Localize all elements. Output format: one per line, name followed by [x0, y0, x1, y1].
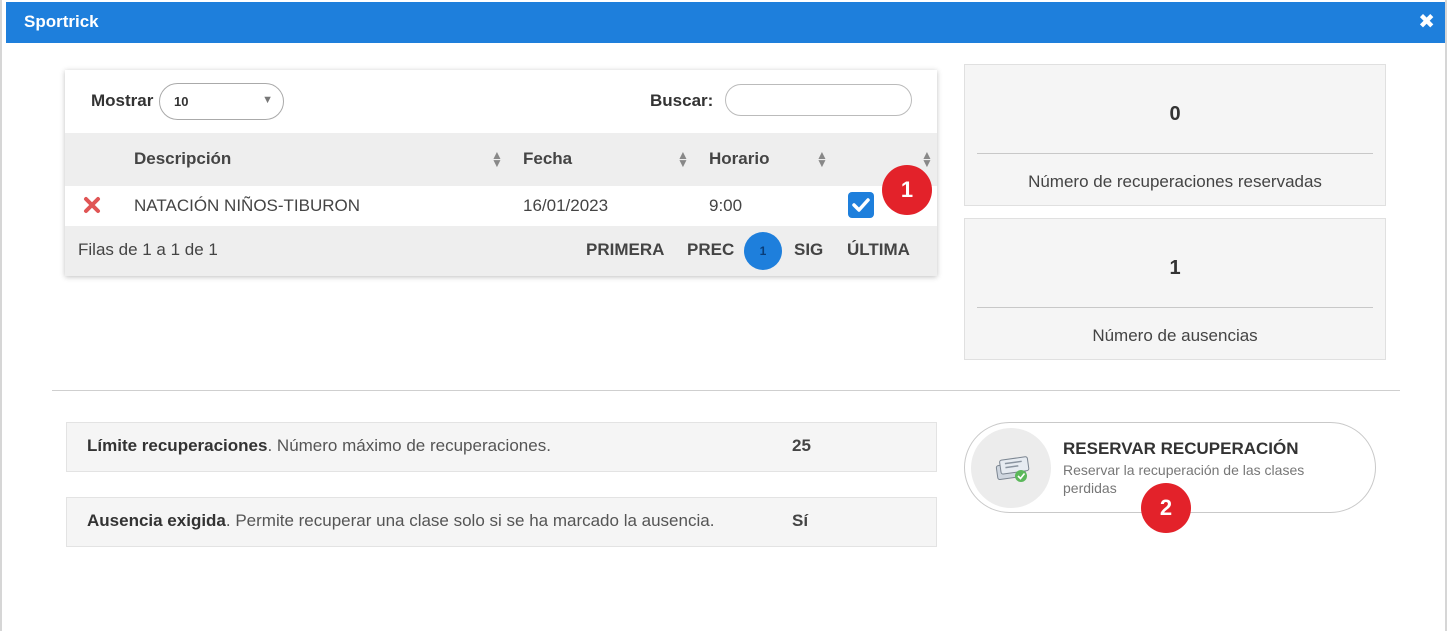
sort-icon[interactable]: ▲ ▼ [491, 149, 503, 169]
info-description: . Permite recuperar una clase solo si se… [225, 511, 715, 530]
divider [977, 307, 1373, 308]
table-row: NATACIÓN NIÑOS-TIBURON 16/01/2023 9:00 [65, 186, 937, 226]
search-input[interactable] [725, 84, 912, 116]
next-page-button[interactable]: SIG [794, 240, 823, 260]
stat-label: Número de recuperaciones reservadas [1028, 172, 1322, 191]
first-page-button[interactable]: PRIMERA [586, 240, 664, 260]
stat-label: Número de ausencias [1092, 326, 1258, 345]
modal-window: Sportrick ✖ Mostrar 10 ▼ Buscar: Descrip… [0, 0, 1447, 631]
page-size-select[interactable]: 10 ▼ [159, 83, 284, 120]
stat-value: 0 [1169, 103, 1181, 125]
stat-value: 1 [1169, 257, 1181, 279]
reserve-icon-circle [971, 428, 1051, 508]
step-badge-2: 2 [1141, 483, 1191, 533]
chevron-down-icon: ▼ [262, 94, 273, 106]
row-select-checkbox[interactable] [848, 192, 874, 218]
sort-icon[interactable]: ▲ ▼ [921, 149, 933, 169]
delete-icon[interactable] [81, 194, 103, 216]
check-icon [852, 198, 870, 212]
stat-absences: 1 Número de ausencias [964, 218, 1386, 360]
row-description: NATACIÓN NIÑOS-TIBURON [134, 196, 361, 215]
title-bar: Sportrick ✖ [6, 2, 1445, 43]
show-label: Mostrar [91, 91, 154, 110]
search-label: Buscar: [650, 91, 714, 110]
table-header: Descripción ▲ ▼ Fecha ▲ ▼ Horario ▲ ▼ ▲ ▼ [65, 133, 937, 186]
column-header-time[interactable]: Horario [709, 149, 769, 169]
info-title: Ausencia exigida [87, 511, 226, 530]
last-page-button[interactable]: ÚLTIMA [847, 240, 910, 260]
close-icon[interactable]: ✖ [1418, 11, 1435, 33]
recoveries-table: Mostrar 10 ▼ Buscar: Descripción ▲ ▼ Fech… [65, 70, 937, 276]
row-time: 9:00 [709, 196, 743, 215]
page-size-value: 10 [174, 94, 189, 109]
info-value: 25 [792, 436, 811, 455]
table-footer: Filas de 1 a 1 de 1 PRIMERA PREC 1 SIG Ú… [65, 226, 937, 276]
row-date: 16/01/2023 [523, 196, 609, 215]
divider [977, 153, 1373, 154]
sort-icon[interactable]: ▲ ▼ [816, 149, 828, 169]
tickets-icon [995, 456, 1030, 482]
window-title: Sportrick [24, 12, 99, 31]
info-row-recovery-limit: Límite recuperaciones. Número máximo de … [66, 422, 937, 472]
reserve-title: RESERVAR RECUPERACIÓN [1063, 439, 1299, 458]
sort-icon[interactable]: ▲ ▼ [677, 149, 689, 169]
info-description: . Número máximo de recuperaciones. [267, 436, 551, 455]
info-row-absence-required: Ausencia exigida. Permite recuperar una … [66, 497, 937, 547]
prev-page-button[interactable]: PREC [687, 240, 734, 260]
step-badge-1: 1 [882, 165, 932, 215]
info-value: Sí [792, 511, 809, 530]
info-title: Límite recuperaciones [87, 436, 268, 455]
section-divider [52, 390, 1400, 391]
reserve-description: Reservar la recuperación de las clases p… [1063, 462, 1305, 496]
current-page-button[interactable]: 1 [744, 232, 782, 270]
column-header-description[interactable]: Descripción [134, 149, 231, 169]
rows-info: Filas de 1 a 1 de 1 [78, 240, 218, 259]
stat-reserved-recoveries: 0 Número de recuperaciones reservadas [964, 64, 1386, 206]
column-header-date[interactable]: Fecha [523, 149, 572, 169]
